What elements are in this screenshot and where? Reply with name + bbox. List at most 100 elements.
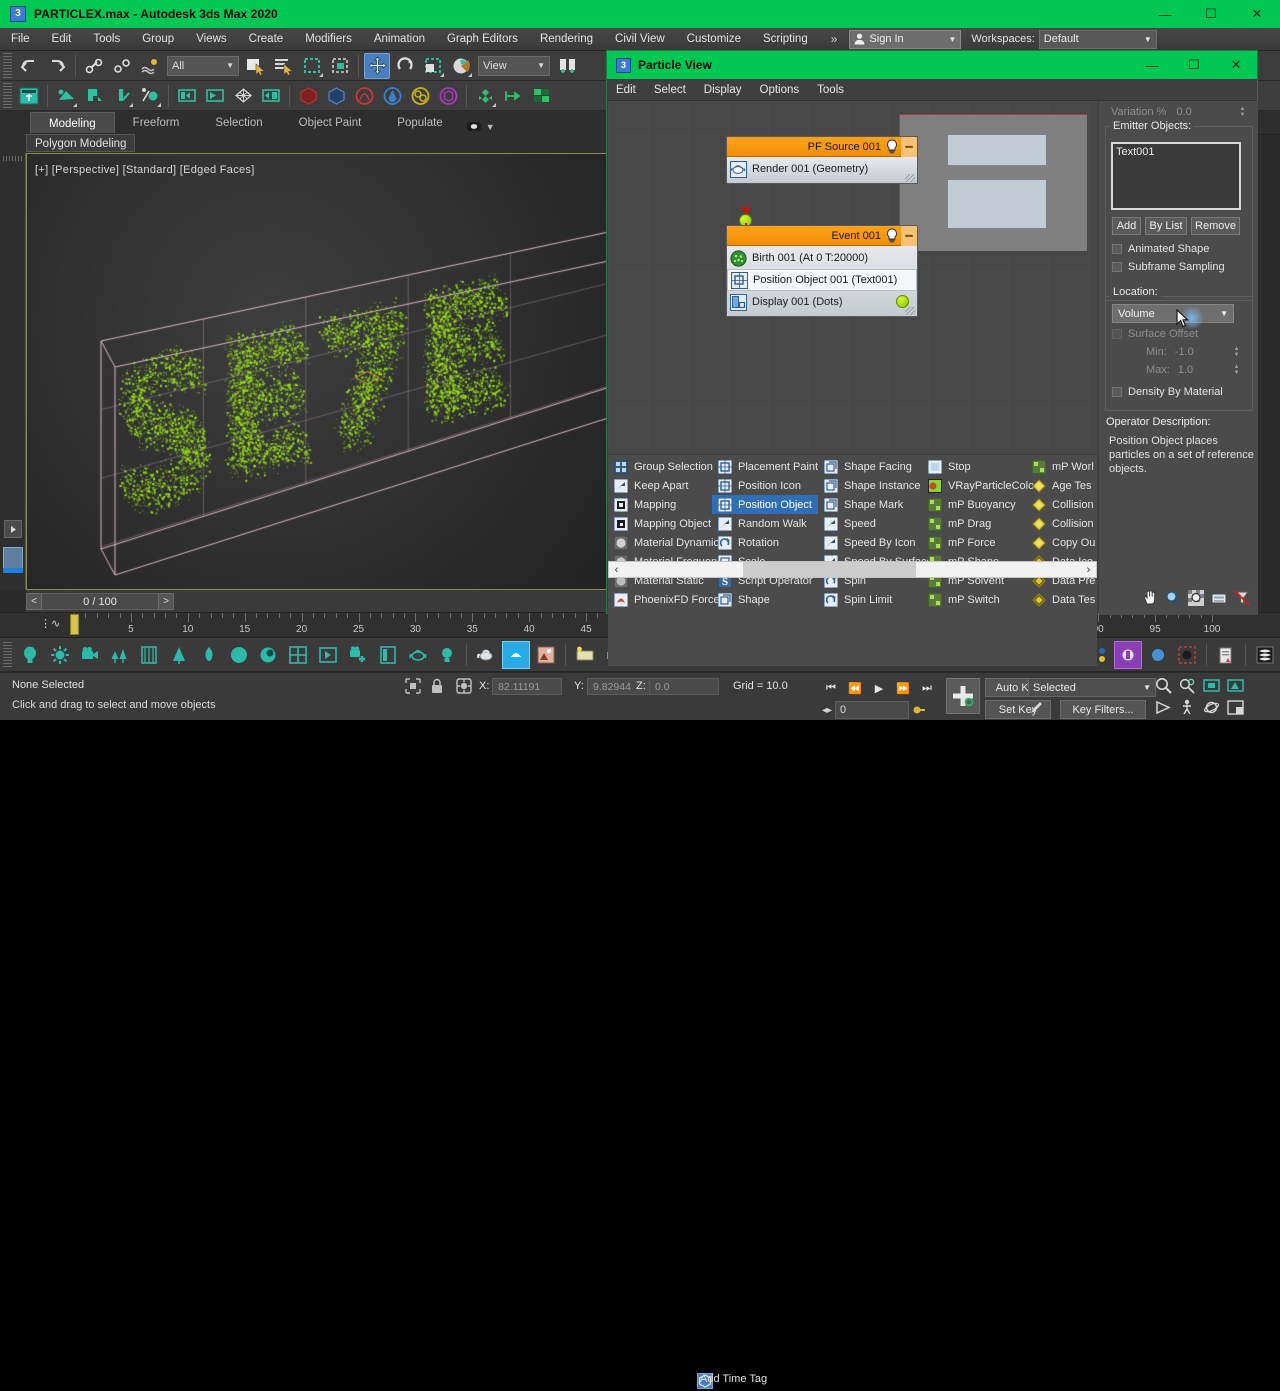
tree-icon[interactable] xyxy=(195,641,223,669)
menu-animation[interactable]: Animation xyxy=(363,28,436,51)
daylight-icon[interactable] xyxy=(255,641,283,669)
menu-file[interactable]: File xyxy=(0,28,41,51)
emitter-objects-list[interactable]: Text001 xyxy=(1111,142,1241,210)
reference-coordinate-select[interactable]: View ▼ xyxy=(478,56,550,76)
add-time-tag-label[interactable]: Add Time Tag xyxy=(700,1373,767,1385)
ribbon-tab-selection[interactable]: Selection xyxy=(197,112,280,134)
window-crossing-icon[interactable] xyxy=(327,53,353,79)
lightbulb-icon[interactable] xyxy=(885,228,899,243)
named-sel-next-icon[interactable] xyxy=(202,83,228,109)
render-to-texture-icon[interactable] xyxy=(500,83,526,109)
by-list-button[interactable]: By List xyxy=(1145,217,1187,235)
toolbar-grip[interactable] xyxy=(3,642,12,668)
list-item[interactable]: Text001 xyxy=(1113,144,1239,158)
toolbar-grip[interactable] xyxy=(3,53,12,79)
dark-select-icon[interactable] xyxy=(1174,641,1202,669)
redo-icon[interactable] xyxy=(44,53,70,79)
depot-item-vrayparticlecolor[interactable]: VRayParticleColor xyxy=(922,476,1026,495)
container-icon[interactable] xyxy=(314,641,342,669)
next-key-button[interactable]: ⏩ xyxy=(892,677,914,699)
animated-shape-row[interactable]: Animated Shape xyxy=(1112,243,1209,255)
depot-item-group-selection[interactable]: Group Selection xyxy=(608,457,712,476)
lock-selection-button[interactable] xyxy=(430,678,444,697)
goto-start-button[interactable]: ⏮ xyxy=(820,677,842,699)
depot-item-mp-worl[interactable]: mP Worl xyxy=(1026,457,1097,476)
named-selection-icon[interactable] xyxy=(448,53,474,79)
color-swatch[interactable] xyxy=(3,547,23,573)
menu-edit[interactable]: Edit xyxy=(41,28,83,51)
depot-item-placement-paint[interactable]: Placement Paint xyxy=(712,457,818,476)
minimize-button[interactable]: — xyxy=(1142,0,1188,28)
sun-light-icon[interactable] xyxy=(46,641,74,669)
zoom-region-icon[interactable] xyxy=(1187,590,1204,607)
menu-graph-editors[interactable]: Graph Editors xyxy=(436,28,529,51)
operator-render-001[interactable]: Render 001 (Geometry) xyxy=(727,158,917,180)
density-by-material-checkbox[interactable] xyxy=(1112,387,1122,397)
menu-scripting[interactable]: Scripting xyxy=(752,28,819,51)
set-keys-button[interactable] xyxy=(946,678,980,714)
clipboard-icon[interactable] xyxy=(1212,641,1240,669)
depot-item-collision[interactable]: Collision xyxy=(1026,495,1097,514)
blue-sphere-icon[interactable] xyxy=(1144,641,1172,669)
menu-create[interactable]: Create xyxy=(238,28,295,51)
render-frame-icon[interactable] xyxy=(351,83,377,109)
pv-menu-select[interactable]: Select xyxy=(645,79,695,101)
polygon-modeling-panel[interactable]: Polygon Modeling xyxy=(26,134,135,152)
select-by-name-icon[interactable] xyxy=(271,53,297,79)
track-view-icon[interactable]: ⋮∿ xyxy=(40,617,60,630)
unlink-icon[interactable] xyxy=(109,53,135,79)
select-rotate-icon[interactable] xyxy=(392,53,418,79)
plant-icon[interactable] xyxy=(165,641,193,669)
zoom-icon[interactable] xyxy=(1164,590,1181,607)
strip-expand-button[interactable] xyxy=(4,520,22,538)
node-collapse-button[interactable]: ━ xyxy=(901,137,917,157)
zoom-all-icon[interactable] xyxy=(1179,677,1196,694)
node-event-001[interactable]: Event 001 ━ Birth 001 (At 0 T:20000) Pos… xyxy=(726,225,918,317)
key-filters-button[interactable]: Key Filters... xyxy=(1060,700,1146,719)
zoom-icon[interactable] xyxy=(1155,677,1172,694)
depot-item-keep-apart[interactable]: Keep Apart xyxy=(608,476,712,495)
angle-snap-icon[interactable] xyxy=(81,83,107,109)
depot-item-position-object[interactable]: Position Object xyxy=(712,495,818,514)
particle-view-canvas[interactable]: PF Source 001 ━ Render 001 (Geometry) Ev… xyxy=(608,101,1097,454)
pv-menu-display[interactable]: Display xyxy=(695,79,751,101)
book-icon[interactable] xyxy=(374,641,402,669)
scene-converter-icon[interactable] xyxy=(472,83,498,109)
animated-shape-checkbox[interactable] xyxy=(1112,244,1122,254)
strip-grip[interactable] xyxy=(3,156,23,161)
operator-position-object-001[interactable]: Position Object 001 (Text001) xyxy=(727,269,917,291)
curve-editor-icon[interactable] xyxy=(258,83,284,109)
edit-mesh-icon[interactable] xyxy=(230,83,256,109)
undo-icon[interactable] xyxy=(16,53,42,79)
time-slider[interactable] xyxy=(70,614,79,635)
layers-icon[interactable] xyxy=(1251,641,1279,669)
scroll-left-button[interactable]: ‹ xyxy=(609,564,624,576)
key-filter-scope-select[interactable]: Selected ▼ xyxy=(1028,678,1156,697)
scroll-track[interactable] xyxy=(624,562,1081,577)
perspective-viewport[interactable]: [+] [Perspective] [Standard] [Edged Face… xyxy=(26,153,610,590)
subframe-sampling-row[interactable]: Subframe Sampling xyxy=(1112,261,1225,273)
play-button[interactable]: ▶ xyxy=(868,677,890,699)
zoom-extents-all-icon[interactable] xyxy=(1227,677,1244,694)
select-move-icon[interactable] xyxy=(364,53,390,79)
operator-birth-001[interactable]: Birth 001 (At 0 T:20000) xyxy=(727,247,917,269)
depot-item-rotation[interactable]: Rotation xyxy=(712,533,818,552)
depot-item-speed[interactable]: Speed xyxy=(818,514,922,533)
depot-horizontal-scrollbar[interactable]: ‹ › xyxy=(608,561,1097,578)
current-key-field[interactable]: 0 xyxy=(835,701,909,719)
selection-filter-select[interactable]: All ▼ xyxy=(167,56,239,76)
depot-item-material-dynamic[interactable]: Material Dynamic xyxy=(608,533,712,552)
depot-item-shape-mark[interactable]: Shape Mark xyxy=(818,495,922,514)
z-field[interactable]: 0.0 xyxy=(649,678,719,695)
node-header[interactable]: Event 001 ━ xyxy=(727,226,917,246)
lightbulb-icon[interactable] xyxy=(885,139,899,154)
zoom-extents-icon[interactable] xyxy=(1203,677,1220,694)
scroll-right-button[interactable]: › xyxy=(1081,564,1096,576)
operator-depot[interactable]: Group Selection Keep Apart Mapping Mapping … xyxy=(608,454,1097,666)
teapot-teal-icon[interactable] xyxy=(404,641,432,669)
railing-icon[interactable] xyxy=(135,641,163,669)
pv-menu-tools[interactable]: Tools xyxy=(808,79,853,101)
depot-item-mp-force[interactable]: mP Force xyxy=(922,533,1026,552)
pv-minimize-button[interactable]: — xyxy=(1131,51,1173,79)
ribbon-tab-freeform[interactable]: Freeform xyxy=(115,112,198,134)
